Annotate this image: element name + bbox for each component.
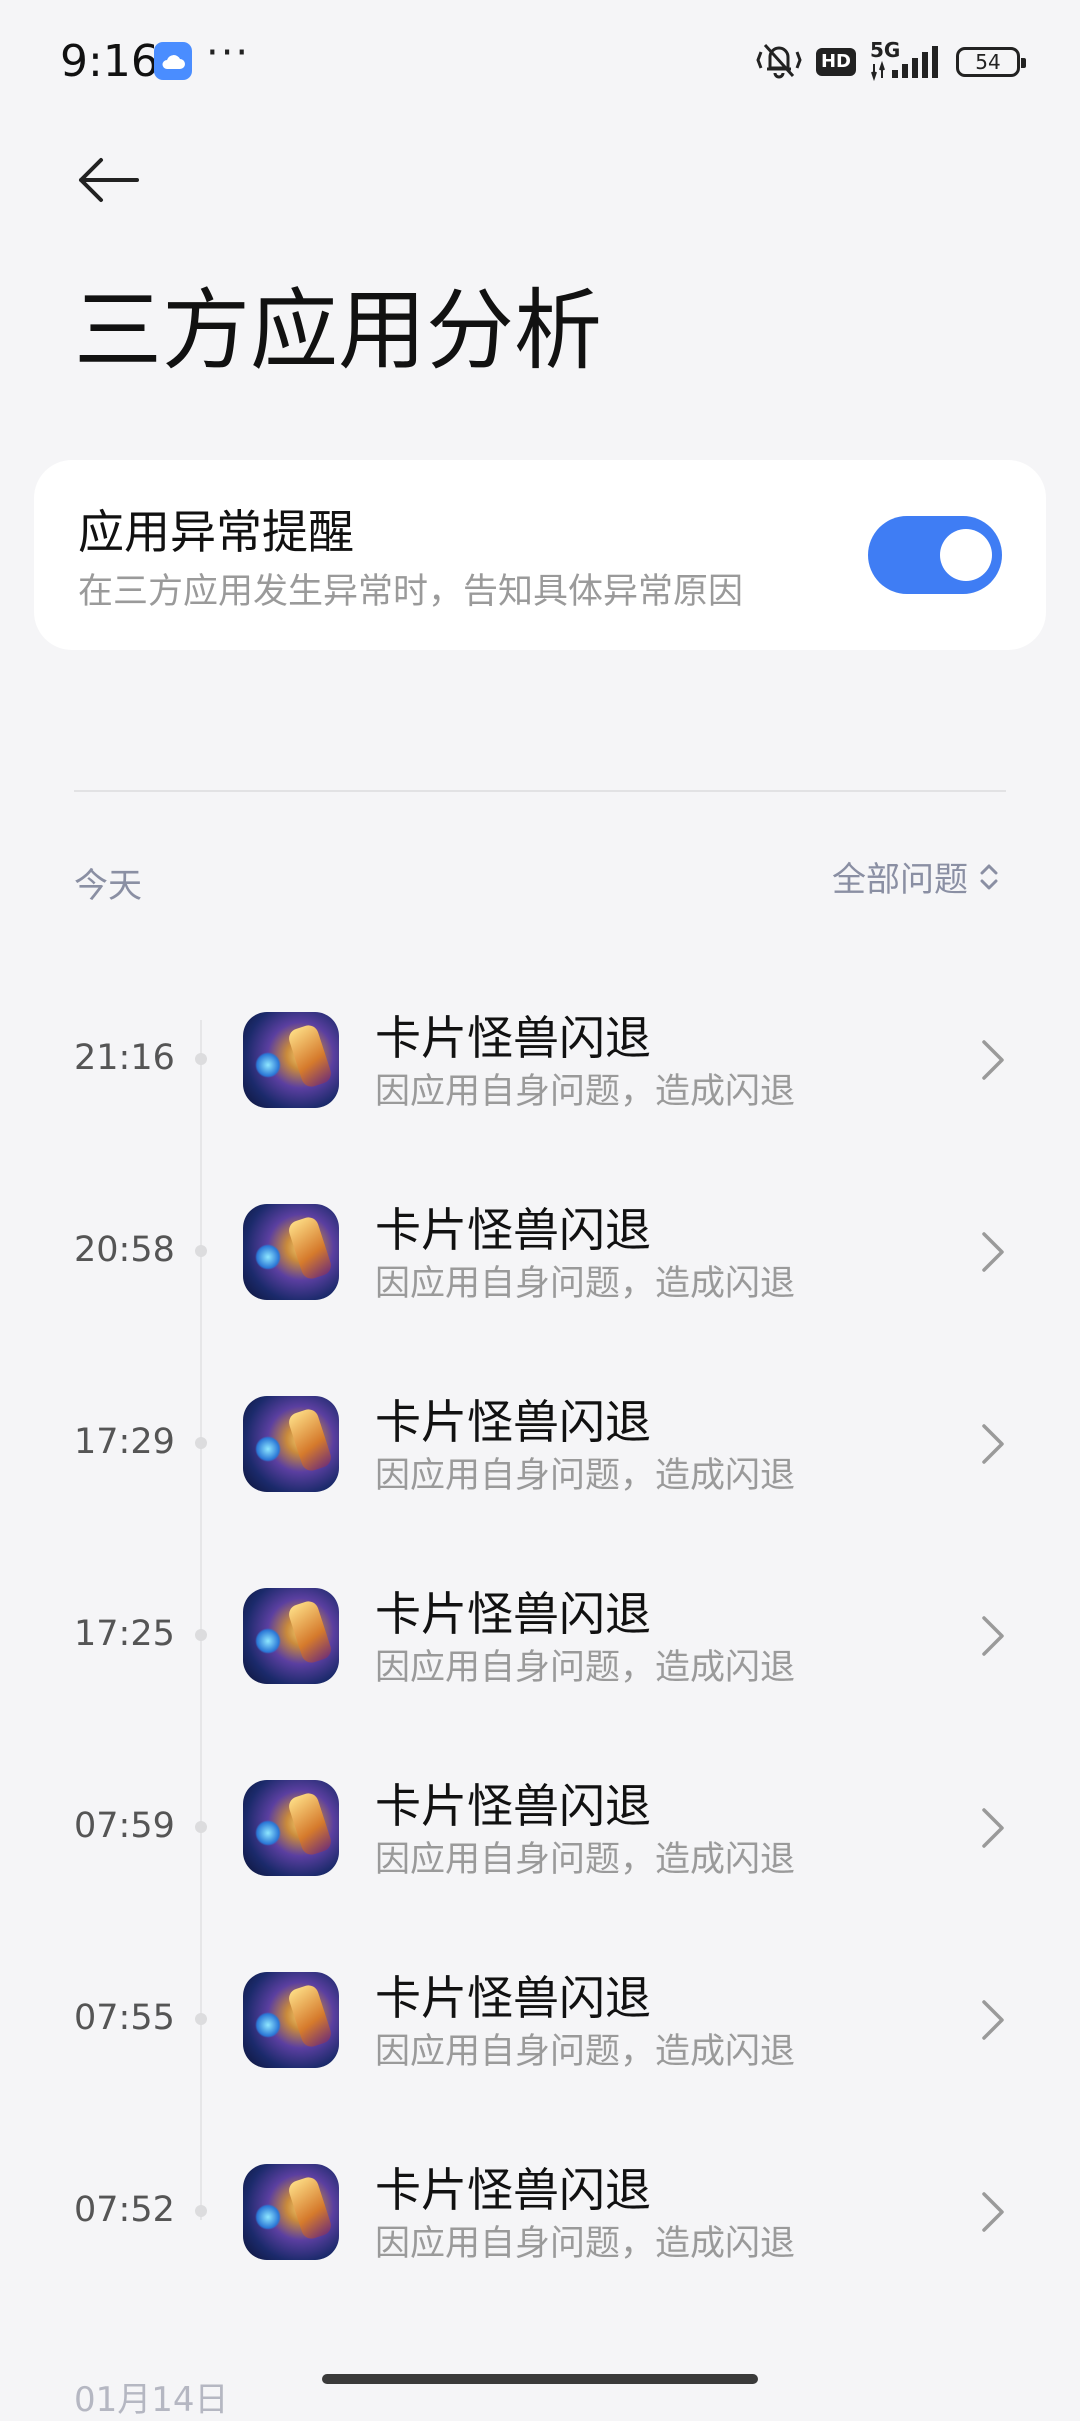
event-time: 20:58 (74, 1230, 175, 1270)
anomaly-alert-setting[interactable]: 应用异常提醒 在三方应用发生异常时，告知具体异常原因 (34, 460, 1046, 650)
chevron-right-icon (982, 1808, 1004, 1848)
event-title: 卡片怪兽闪退 (375, 1011, 651, 1065)
event-title: 卡片怪兽闪退 (375, 1971, 651, 2025)
icon-detail (286, 1982, 334, 2050)
timeline-dot (195, 1437, 207, 1449)
timeline-dot (195, 2205, 207, 2217)
timeline-dot (195, 2013, 207, 2025)
chevron-right-icon (982, 1232, 1004, 1272)
crash-event-row[interactable]: 07:52 卡片怪兽闪退因应用自身问题，造成闪退 (0, 2150, 1080, 2270)
battery-icon: 54 (956, 47, 1026, 77)
app-icon (243, 1204, 339, 1300)
status-time: 9:16 (60, 36, 159, 87)
app-icon (243, 1780, 339, 1876)
setting-subtitle: 在三方应用发生异常时，告知具体异常原因 (78, 572, 744, 612)
event-description: 因应用自身问题，造成闪退 (375, 1648, 796, 1688)
arrow-left-icon (79, 158, 139, 202)
event-description: 因应用自身问题，造成闪退 (375, 2032, 796, 2072)
chevron-right-icon (982, 1616, 1004, 1656)
timeline-dot (195, 1245, 207, 1257)
crash-event-row[interactable]: 17:25 卡片怪兽闪退因应用自身问题，造成闪退 (0, 1574, 1080, 1694)
app-icon (243, 1396, 339, 1492)
event-time: 07:52 (74, 2190, 175, 2230)
anomaly-alert-toggle[interactable] (868, 516, 1002, 594)
mute-vibrate-icon (756, 40, 802, 84)
hd-badge: HD (815, 48, 856, 76)
icon-detail (286, 1406, 334, 1474)
cloud-icon (154, 42, 192, 80)
crash-event-row[interactable]: 07:55 卡片怪兽闪退因应用自身问题，造成闪退 (0, 1958, 1080, 2078)
event-time: 07:55 (74, 1998, 175, 2038)
event-time: 07:59 (74, 1806, 175, 1846)
event-title: 卡片怪兽闪退 (375, 2163, 651, 2217)
event-description: 因应用自身问题，造成闪退 (375, 1072, 796, 1112)
icon-detail (255, 1628, 281, 1654)
setting-title: 应用异常提醒 (78, 505, 354, 559)
crash-event-row[interactable]: 17:29 卡片怪兽闪退因应用自身问题，造成闪退 (0, 1382, 1080, 1502)
icon-detail (255, 1052, 281, 1078)
toggle-knob (940, 529, 992, 581)
timeline-dot (195, 1629, 207, 1641)
status-bar: 9:16 ··· HD 5G 54 (0, 0, 1080, 120)
more-notifications-icon: ··· (206, 30, 251, 76)
divider (74, 790, 1006, 792)
chevron-right-icon (982, 2192, 1004, 2232)
event-time: 17:29 (74, 1422, 175, 1462)
icon-detail (286, 1214, 334, 1282)
timeline-dot (195, 1053, 207, 1065)
event-description: 因应用自身问题，造成闪退 (375, 1456, 796, 1496)
home-indicator[interactable] (322, 2374, 758, 2384)
app-icon (243, 1012, 339, 1108)
crash-event-row[interactable]: 21:16 卡片怪兽闪退因应用自身问题，造成闪退 (0, 998, 1080, 1118)
app-icon (243, 2164, 339, 2260)
event-title: 卡片怪兽闪退 (375, 1587, 651, 1641)
chevron-right-icon (982, 2000, 1004, 2040)
page-title: 三方应用分析 (74, 279, 603, 382)
icon-detail (255, 1436, 281, 1462)
status-icons: HD 5G 54 (756, 38, 1026, 86)
icon-detail (286, 1598, 334, 1666)
chevron-up-down-icon (980, 864, 998, 889)
icon-detail (286, 2174, 334, 2242)
icon-detail (286, 1790, 334, 1858)
signal-5g-icon: 5G (870, 38, 942, 82)
icon-detail (255, 1820, 281, 1846)
icon-detail (255, 1244, 281, 1270)
section-date-next: 01月14日 (74, 2380, 229, 2420)
issue-filter-dropdown[interactable]: 全部问题 (832, 852, 1000, 901)
chevron-right-icon (982, 1424, 1004, 1464)
crash-event-row[interactable]: 20:58 卡片怪兽闪退因应用自身问题，造成闪退 (0, 1190, 1080, 1310)
event-title: 卡片怪兽闪退 (375, 1203, 651, 1257)
event-time: 21:16 (74, 1038, 175, 1078)
event-description: 因应用自身问题，造成闪退 (375, 1840, 796, 1880)
section-date-today: 今天 (74, 866, 142, 906)
icon-detail (255, 2012, 281, 2038)
event-description: 因应用自身问题，造成闪退 (375, 1264, 796, 1304)
filter-label: 全部问题 (832, 860, 968, 900)
app-icon (243, 1588, 339, 1684)
icon-detail (255, 2204, 281, 2230)
battery-level: 54 (975, 50, 1001, 74)
back-button[interactable] (74, 150, 144, 210)
event-description: 因应用自身问题，造成闪退 (375, 2224, 796, 2264)
app-icon (243, 1972, 339, 2068)
event-title: 卡片怪兽闪退 (375, 1395, 651, 1449)
icon-detail (286, 1022, 334, 1090)
event-title: 卡片怪兽闪退 (375, 1779, 651, 1833)
chevron-right-icon (982, 1040, 1004, 1080)
timeline-dot (195, 1821, 207, 1833)
event-time: 17:25 (74, 1614, 175, 1654)
crash-event-row[interactable]: 07:59 卡片怪兽闪退因应用自身问题，造成闪退 (0, 1766, 1080, 1886)
